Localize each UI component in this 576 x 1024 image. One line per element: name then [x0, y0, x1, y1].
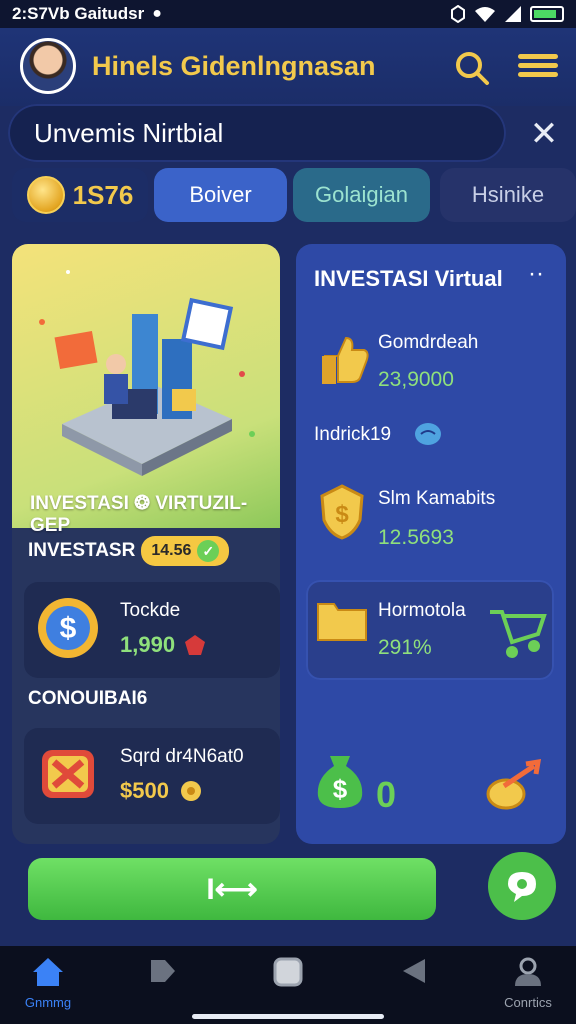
gem-icon [185, 635, 205, 655]
data-saver-icon [451, 5, 465, 23]
chat-icon [508, 872, 536, 902]
check-icon: ✓ [197, 540, 220, 562]
nav-item-play[interactable] [122, 956, 202, 991]
tab-golaigian[interactable]: Golaigian [293, 168, 430, 222]
battery-icon [530, 6, 564, 22]
search-input[interactable]: Unvemis Nirtbial [8, 104, 506, 162]
play-icon [151, 960, 175, 982]
wifi-icon [475, 7, 495, 22]
profile-icon [515, 957, 541, 986]
list-item-title: Hormotola [378, 600, 466, 621]
investment-card-left[interactable]: INVESTASI ❂ VIRTUZIL-GEP INVESTASR 14.56… [12, 244, 280, 844]
card-title: INVESTASI Virtual [314, 266, 503, 291]
list-item-value: 12.5693 [378, 526, 454, 549]
cart-icon [490, 610, 547, 658]
search-input-value: Unvemis Nirtbial [34, 118, 224, 148]
list-item-value: 1,990 [120, 632, 176, 657]
menu-button[interactable] [518, 50, 558, 86]
thumbs-up-icon [322, 336, 369, 384]
home-icon [33, 958, 63, 986]
nav-item-label: Conrtics [504, 995, 552, 1010]
list-item[interactable]: Sqrd dr4N6at0 $500 [24, 728, 280, 824]
coin-icon [26, 176, 65, 214]
shield-coin-icon: $ [320, 484, 364, 540]
nav-item-profile[interactable]: Conrtics [488, 956, 568, 1010]
list-item-value: $500 [120, 778, 169, 803]
primary-action-button[interactable]: I⟷ [28, 858, 436, 920]
search-icon [456, 52, 489, 85]
chat-bubble-icon [415, 423, 441, 445]
hero-illustration: INVESTASI ❂ VIRTUZIL-GEP [12, 244, 280, 536]
app-header: Hinels Gidenlngnasan [0, 28, 576, 106]
investment-row-label: INVESTASR [28, 540, 136, 561]
menu-icon-line [518, 72, 558, 77]
money-bag-icon: $ [317, 756, 363, 808]
list-item-title: Sqrd dr4N6at0 [120, 746, 244, 767]
svg-text:$: $ [335, 501, 349, 528]
list-item-title: Gomdrdeah [378, 332, 479, 353]
investment-pill-value: 14.56 [151, 542, 192, 559]
nav-item-label: Gnmmg [24, 995, 72, 1010]
list-item-value: 291% [378, 636, 432, 659]
clear-search-button[interactable]: ✕ [522, 112, 566, 156]
hero-title: INVESTASI ❂ VIRTUZIL-GEP [30, 493, 248, 536]
investment-pill[interactable]: 14.56 ✓ [141, 536, 230, 566]
avatar[interactable] [20, 38, 76, 94]
nav-item-home[interactable]: Gnmmg [8, 956, 88, 1010]
list-item-value: 23,9000 [378, 368, 454, 391]
chat-fab-button[interactable] [488, 852, 556, 920]
list-item-title: Tockde [120, 600, 181, 621]
menu-icon [518, 54, 558, 59]
tab-boiver[interactable]: Boiver [154, 168, 287, 222]
back-icon [403, 959, 425, 983]
folder-icon [317, 603, 367, 641]
section-title: CONOUIBAI6 [28, 688, 148, 709]
more-options-button[interactable]: ·· [528, 260, 544, 288]
notification-icon: ● [152, 5, 162, 22]
bottom-value: 0 [376, 774, 397, 815]
cancel-ticket-icon [42, 750, 94, 798]
nav-item-overview[interactable] [248, 956, 328, 993]
dollar-coin-icon: $ [38, 598, 98, 658]
menu-icon-line [518, 63, 558, 68]
bottom-navigation: Gnmmg Conrtics [0, 946, 576, 1024]
coin-balance: 1S76 [12, 168, 148, 222]
tab-hsinike[interactable]: Hsinike [440, 168, 576, 222]
home-indicator[interactable] [192, 1014, 384, 1019]
investment-row: INVESTASR 14.56 ✓ [28, 536, 230, 566]
page-title: Hinels Gidenlngnasan [92, 51, 376, 81]
status-time: 2:S7Vb Gaitudsr [12, 4, 145, 23]
close-icon: ✕ [529, 115, 559, 153]
square-icon [273, 957, 303, 987]
status-bar: 2:S7Vb Gaitudsr ● [0, 0, 576, 28]
tab-label: Hsinike [471, 182, 545, 207]
coin-balance-value: 1S76 [72, 179, 134, 210]
list-item-title: Slm Kamabits [378, 488, 496, 509]
investment-card-right[interactable]: INVESTASI Virtual ·· Gomdrdeah 23,9000 I… [296, 244, 566, 844]
highlight-list-item[interactable]: Hormotola 291% [306, 580, 554, 680]
growth-coin-icon [486, 758, 542, 810]
list-item[interactable]: $ Tockde 1,990 [24, 582, 280, 678]
nav-item-back[interactable] [374, 956, 454, 991]
svg-text:$: $ [60, 612, 77, 645]
investor-desk-illustration [39, 270, 255, 476]
svg-text:$: $ [333, 774, 348, 804]
section-label: Indrick19 [314, 424, 392, 445]
search-button[interactable] [452, 48, 492, 88]
tab-label: Golaigian [315, 182, 408, 207]
tab-label: Boiver [189, 182, 252, 207]
gear-coin-icon [181, 781, 201, 801]
primary-action-label: I⟷ [206, 872, 258, 906]
signal-icon [505, 6, 521, 22]
